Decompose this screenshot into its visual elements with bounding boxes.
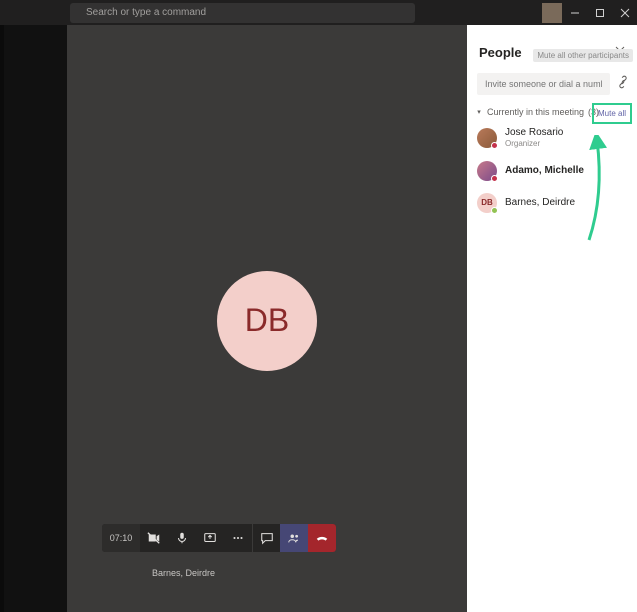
participant-name: Adamo, Michelle — [505, 165, 584, 177]
mute-all-tooltip: Mute all other participants — [533, 49, 633, 62]
chat-button[interactable] — [252, 524, 280, 552]
call-controls: 07:10 — [102, 524, 336, 552]
maximize-button[interactable] — [587, 0, 612, 25]
participant-info: Barnes, Deirdre — [505, 197, 575, 209]
participant-row[interactable]: Adamo, Michelle — [467, 155, 637, 187]
chevron-down-icon: ▾ — [475, 108, 483, 116]
participant-name: Jose Rosario — [505, 127, 563, 139]
user-avatar[interactable] — [542, 3, 562, 23]
close-window-button[interactable] — [612, 0, 637, 25]
participant-avatar: DB — [477, 193, 497, 213]
camera-toggle-button[interactable] — [140, 524, 168, 552]
meeting-stage: DB 07:10 Bar — [67, 25, 467, 612]
invite-row — [467, 73, 637, 103]
main-area: DB 07:10 Bar — [0, 25, 637, 612]
mic-toggle-button[interactable] — [168, 524, 196, 552]
more-actions-button[interactable] — [224, 524, 252, 552]
share-screen-button[interactable] — [196, 524, 224, 552]
section-label: Currently in this meeting — [487, 107, 584, 117]
hang-up-button[interactable] — [308, 524, 336, 552]
speaker-avatar: DB — [217, 271, 317, 371]
search-placeholder-text: Search or type a command — [86, 7, 206, 18]
participant-name: Barnes, Deirdre — [505, 197, 575, 209]
copy-link-button[interactable] — [616, 75, 630, 94]
window-controls — [562, 0, 637, 25]
presence-indicator — [491, 142, 498, 149]
invite-input[interactable] — [477, 73, 610, 95]
call-duration: 07:10 — [102, 524, 140, 552]
speaker-name-caption: Barnes, Deirdre — [152, 568, 215, 578]
titlebar: Search or type a command — [0, 0, 637, 25]
minimize-button[interactable] — [562, 0, 587, 25]
participant-row[interactable]: DB Barnes, Deirdre — [467, 187, 637, 219]
mute-all-button[interactable]: Mute all — [592, 103, 632, 124]
presence-indicator — [491, 207, 498, 214]
section-current[interactable]: ▾ Currently in this meeting (3) Mute all — [467, 103, 637, 121]
participant-row[interactable]: Jose RosarioOrganizer — [467, 121, 637, 155]
participants-list: Jose RosarioOrganizer Adamo, Michelle DB Ba… — [467, 121, 637, 219]
presence-indicator — [491, 175, 498, 182]
participant-role: Organizer — [505, 139, 563, 149]
participant-avatar — [477, 128, 497, 148]
participant-info: Jose RosarioOrganizer — [505, 127, 563, 149]
people-panel: People ▾ Currently in this meeting (3) M… — [467, 25, 637, 612]
participants-button[interactable] — [280, 524, 308, 552]
left-gutter — [4, 25, 67, 612]
participant-info: Adamo, Michelle — [505, 165, 584, 177]
participant-avatar — [477, 161, 497, 181]
avatar-initials: DB — [245, 302, 289, 339]
search-input[interactable]: Search or type a command — [70, 3, 415, 23]
panel-title: People — [479, 45, 522, 60]
